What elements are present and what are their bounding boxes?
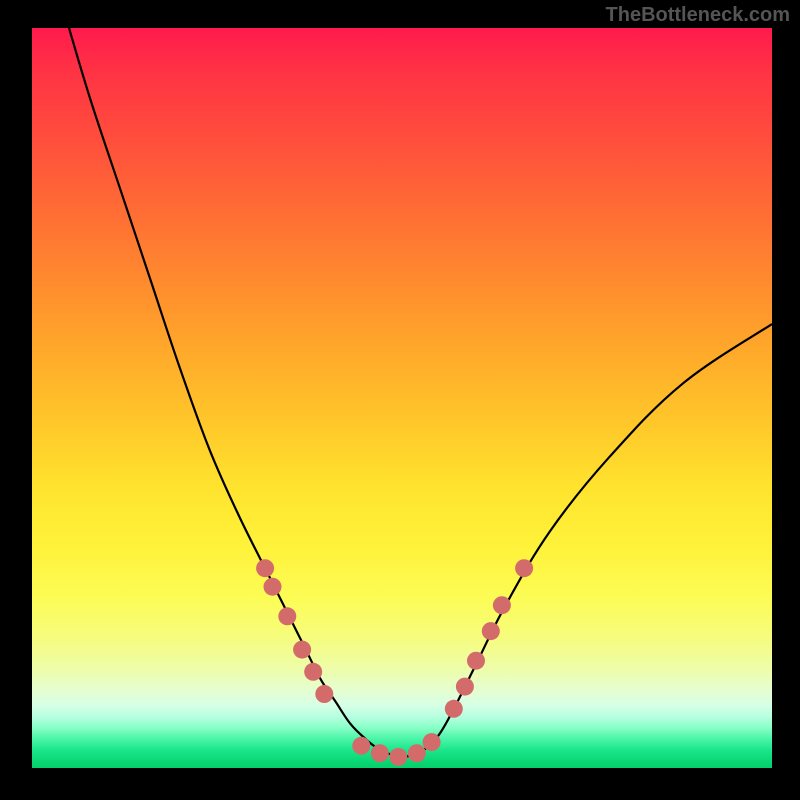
watermark-text: TheBottleneck.com <box>606 4 790 27</box>
data-point <box>278 607 296 625</box>
data-point <box>264 578 282 596</box>
data-point <box>482 622 500 640</box>
data-point <box>408 744 426 762</box>
data-point <box>352 737 370 755</box>
bottleneck-curve <box>32 28 772 768</box>
data-point <box>304 663 322 681</box>
data-point <box>293 641 311 659</box>
data-point <box>456 678 474 696</box>
data-point <box>389 748 407 766</box>
curve-line <box>69 28 772 757</box>
data-point <box>467 652 485 670</box>
data-point <box>423 733 441 751</box>
data-point <box>371 744 389 762</box>
data-point <box>256 559 274 577</box>
data-point <box>493 596 511 614</box>
data-point <box>445 700 463 718</box>
data-point <box>315 685 333 703</box>
chart-plot-area <box>32 28 772 768</box>
data-points-group <box>256 559 533 766</box>
data-point <box>515 559 533 577</box>
